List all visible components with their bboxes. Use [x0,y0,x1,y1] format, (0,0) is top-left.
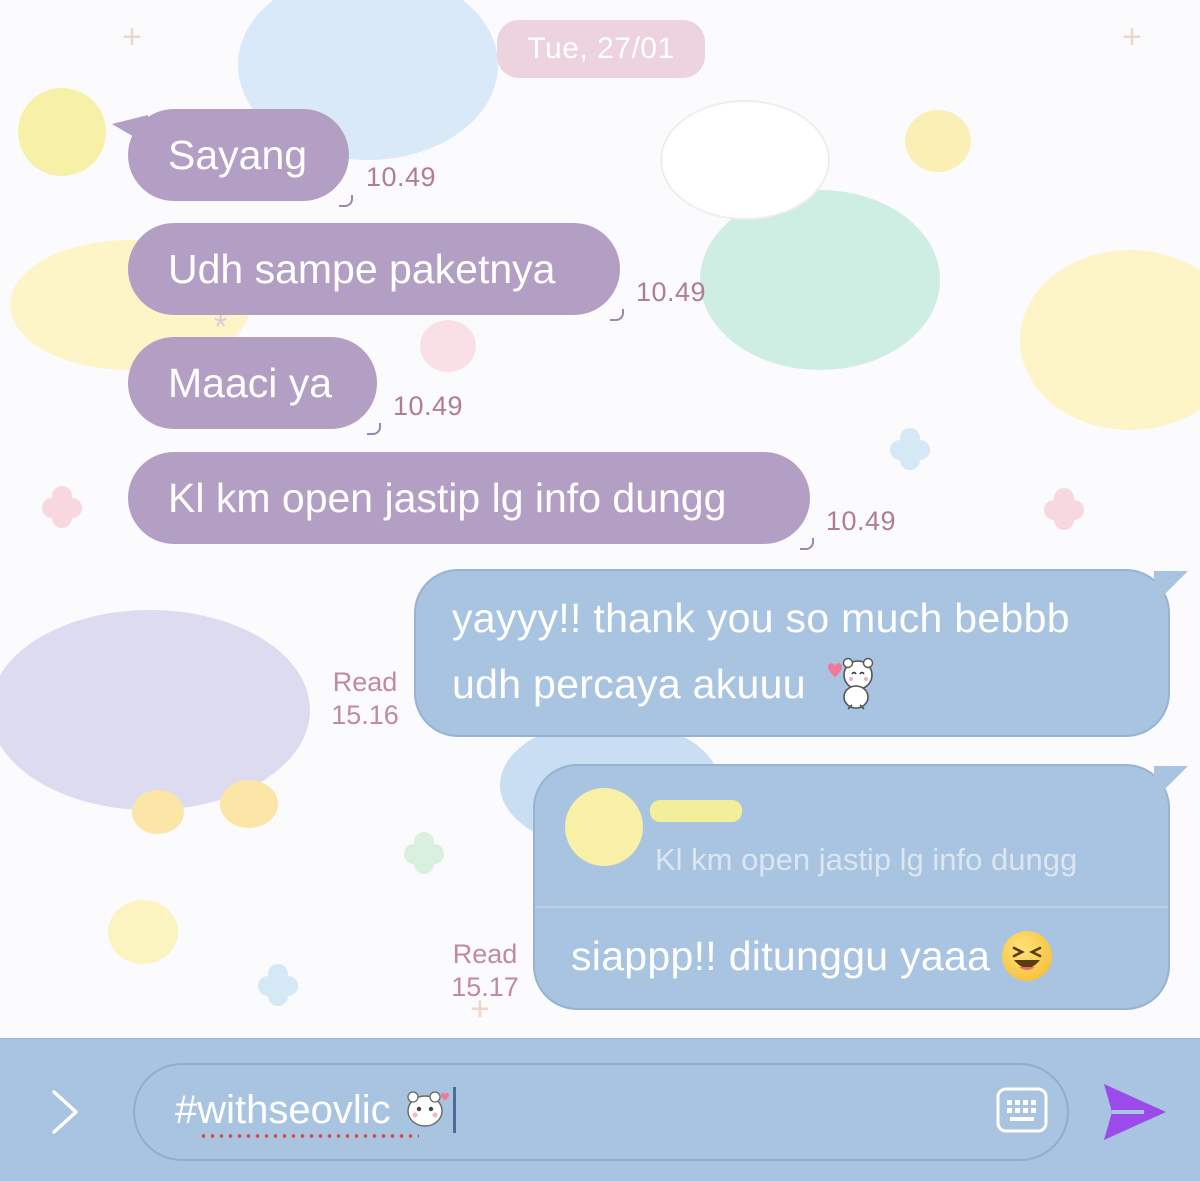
message-timestamp: 10.49 [826,506,897,536]
wallpaper-flower-2 [1044,488,1084,530]
message-input[interactable]: #withseovlic [133,1063,1069,1161]
message-timestamp: 10.49 [393,391,464,421]
message-text: Maaci ya [168,359,333,406]
wallpaper-balloon-pink [420,320,476,372]
message-text-line: udh percaya akuuu [452,661,806,707]
read-label: Read [452,939,518,969]
avatar [565,788,643,866]
wallpaper-character-white [660,100,830,220]
wallpaper-sun-yellow [18,88,106,176]
read-time: 15.16 [331,700,399,730]
incoming-message[interactable]: Kl km open jastip lg info dungg [128,452,814,550]
message-text: siappp!! ditunggu yaaa [571,933,991,979]
read-receipt: Read 15.16 [320,666,410,732]
message-text: Sayang [168,131,308,178]
outgoing-reply-message[interactable]: Kl km open jastip lg info dungg siappp!!… [533,764,1188,1010]
wallpaper-flower-3 [890,428,930,470]
laughing-emoji-icon [1002,931,1053,981]
chevron-right-icon[interactable] [40,1087,90,1137]
message-timestamp: 10.49 [636,277,707,307]
message-timestamp: 10.49 [366,162,437,192]
send-icon[interactable] [1100,1080,1170,1144]
wallpaper-feet-right [220,780,278,828]
keyboard-icon[interactable] [996,1087,1048,1133]
wallpaper-character-lavender [0,610,310,810]
text-cursor [452,1087,456,1133]
message-input-value: #withseovlic [175,1087,391,1132]
wallpaper-sparkle-1: + [122,18,142,56]
wallpaper-feet-left [132,790,184,834]
date-divider: Tue, 27/01 [497,20,705,78]
wallpaper-flower-5 [258,964,298,1006]
wallpaper-sparkle-2: + [1122,18,1142,56]
wallpaper-flower-1 [42,486,82,528]
quoted-message[interactable]: Kl km open jastip lg info dungg [535,766,1168,908]
incoming-message[interactable]: Udh sampe paketnya [128,223,624,321]
wallpaper-balloon-yellow-2 [108,900,178,964]
message-text-line: yayyy!! thank you so much bebbb [452,595,1070,641]
message-text: Udh sampe paketnya [168,245,556,292]
wallpaper-flower-4 [404,832,444,874]
outgoing-message[interactable]: yayyy!! thank you so much bebbb udh perc… [414,569,1188,737]
bear-heart-sticker-icon [818,653,880,715]
read-time: 15.17 [451,972,519,1002]
wallpaper-character-yellow-right [1020,250,1200,430]
incoming-message[interactable]: Sayang [112,109,353,207]
wallpaper-balloon-yellow-1 [905,110,971,172]
message-input-text[interactable]: #withseovlic [175,1087,456,1133]
read-label: Read [332,667,398,697]
spellcheck-underline [199,1133,419,1139]
quoted-sender-name [650,800,742,822]
read-receipt: Read 15.17 [440,938,530,1004]
quoted-message-text: Kl km open jastip lg info dungg [655,842,1078,877]
incoming-message[interactable]: Maaci ya [128,337,381,435]
message-text: Kl km open jastip lg info dungg [168,474,727,521]
bear-sticker-icon [403,1087,449,1133]
